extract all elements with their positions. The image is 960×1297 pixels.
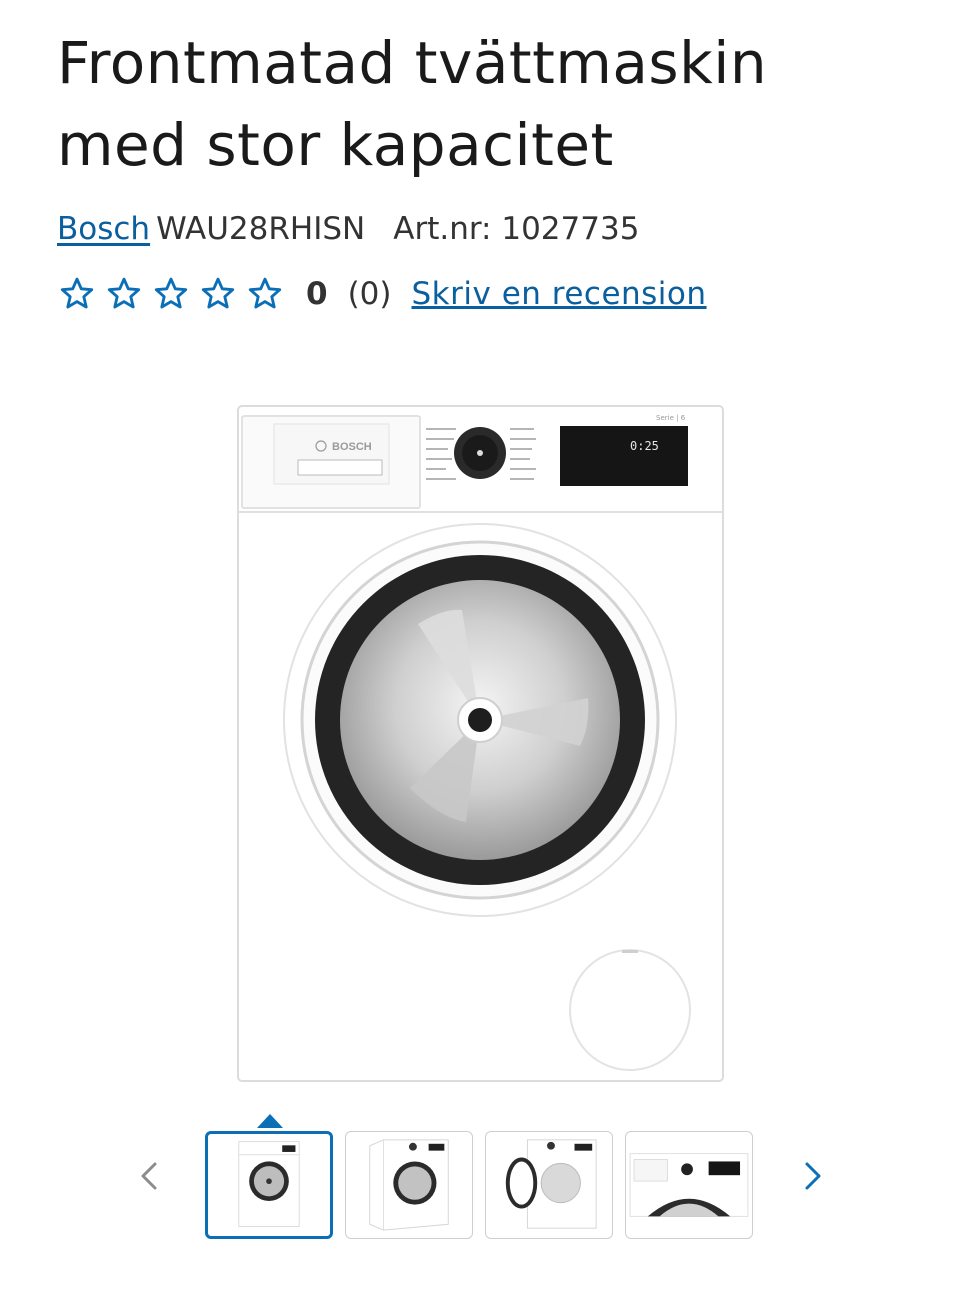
thumbnail-front-view[interactable] xyxy=(205,1131,333,1239)
article-number: Art.nr: 1027735 xyxy=(393,211,640,247)
thumbnail-image xyxy=(505,1139,597,1229)
product-title: Frontmatad tvättmaskin med stor kapacite… xyxy=(57,22,917,186)
thumbnail-control-panel-closeup[interactable] xyxy=(625,1131,753,1239)
model-number: WAU28RHISN xyxy=(156,211,366,247)
chevron-left-icon[interactable] xyxy=(130,1156,170,1196)
star-icon xyxy=(154,277,188,309)
chevron-right-icon[interactable] xyxy=(792,1156,832,1196)
thumbnail-open-door-view[interactable] xyxy=(485,1131,613,1239)
star-icon xyxy=(107,277,141,309)
thumbnail-angled-view[interactable] xyxy=(345,1131,473,1239)
active-thumbnail-indicator xyxy=(257,1114,283,1128)
washing-machine-image: BOSCH 0:25 Serie | 6 xyxy=(237,405,724,1082)
rating-row: 0 (0) Skriv en recension xyxy=(58,271,707,317)
product-main-image[interactable]: BOSCH 0:25 Serie | 6 xyxy=(230,398,730,1088)
thumbnail-image xyxy=(238,1141,300,1228)
series-label: Serie | 6 xyxy=(656,414,686,422)
brand-link[interactable]: Bosch xyxy=(57,211,150,247)
thumbnail-image xyxy=(629,1153,749,1217)
display-time: 0:25 xyxy=(630,439,659,453)
star-icon xyxy=(248,277,282,309)
star-icon xyxy=(201,277,235,309)
title-line-2: med stor kapacitet xyxy=(57,111,614,179)
title-line-1: Frontmatad tvättmaskin xyxy=(57,29,768,97)
star-rating[interactable] xyxy=(58,275,284,313)
write-review-link[interactable]: Skriv en recension xyxy=(412,276,707,312)
image-gallery xyxy=(0,1110,960,1250)
review-count: (0) xyxy=(347,276,392,312)
thumbnail-image xyxy=(369,1139,449,1231)
product-meta: Bosch WAU28RHISN Art.nr: 1027735 xyxy=(57,208,639,250)
rating-score: 0 xyxy=(306,276,328,312)
brand-badge: BOSCH xyxy=(332,441,372,453)
star-icon xyxy=(60,277,94,309)
